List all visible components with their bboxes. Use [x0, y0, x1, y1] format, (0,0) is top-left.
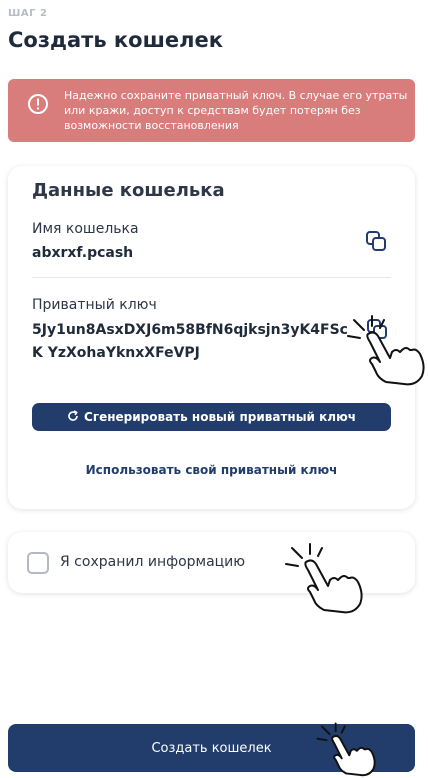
card-title: Данные кошелька: [32, 180, 225, 201]
wallet-name-label: Имя кошелька: [32, 221, 139, 237]
generate-key-label: Сгенерировать новый приватный ключ: [84, 410, 356, 424]
warning-alert: Надежно сохраните приватный ключ. В случ…: [8, 79, 415, 142]
private-key-label: Приватный ключ: [32, 297, 157, 313]
pointer-hand-icon: [316, 722, 378, 778]
pointer-hand-icon: [284, 542, 366, 620]
private-key-value: 5Jy1un8AsxDXJ6m58BfN6qjksjn3yK4FScK YzXo…: [32, 322, 348, 361]
exclamation-circle-icon: [27, 93, 49, 115]
generate-key-button[interactable]: Сгенерировать новый приватный ключ: [32, 403, 391, 431]
step-indicator: ШАГ 2: [8, 8, 48, 19]
pointer-hand-icon: [346, 314, 428, 392]
page-title: Создать кошелек: [8, 28, 224, 52]
wallet-name-value: abxrxf.pcash: [32, 245, 134, 261]
alert-text: Надежно сохраните приватный ключ. В случ…: [64, 89, 408, 132]
copy-icon[interactable]: [365, 230, 387, 252]
use-own-key-link[interactable]: Использовать свой приватный ключ: [8, 463, 415, 477]
saved-info-label[interactable]: Я сохранил информацию: [60, 554, 245, 570]
divider: [32, 277, 391, 278]
saved-info-checkbox[interactable]: [27, 552, 49, 574]
refresh-icon: [67, 409, 79, 425]
create-wallet-label: Создать кошелек: [151, 740, 272, 756]
